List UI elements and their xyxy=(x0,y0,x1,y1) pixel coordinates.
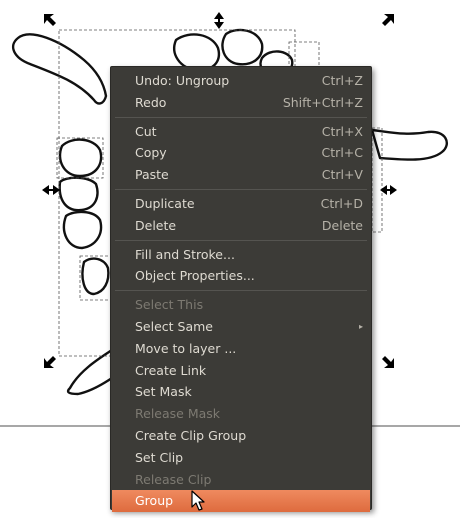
menu-item-cut[interactable]: Cut Ctrl+X xyxy=(111,121,371,143)
menu-item-duplicate[interactable]: Duplicate Ctrl+D xyxy=(111,193,371,215)
menu-item-set-clip[interactable]: Set Clip xyxy=(111,447,371,469)
scale-handle-top-right[interactable] xyxy=(382,14,394,26)
scale-handle-top-center[interactable] xyxy=(214,12,224,29)
menu-item-shortcut: Ctrl+C xyxy=(321,145,363,161)
arrow-cursor-icon xyxy=(191,490,205,511)
menu-item-label: Redo xyxy=(135,94,167,110)
menu-item-group[interactable]: Group xyxy=(112,490,370,513)
menu-item-create-link[interactable]: Create Link xyxy=(111,360,371,382)
menu-item-release-clip: Release Clip xyxy=(111,469,371,491)
menu-item-shortcut: Ctrl+V xyxy=(321,167,363,183)
menu-item-label: Create Link xyxy=(135,362,207,378)
menu-item-label: Copy xyxy=(135,145,167,161)
menu-item-set-mask[interactable]: Set Mask xyxy=(111,381,371,403)
menu-item-shortcut: Ctrl+D xyxy=(320,195,363,211)
menu-item-label: Release Mask xyxy=(135,406,221,422)
menu-item-label: Duplicate xyxy=(135,195,195,211)
menu-item-release-mask: Release Mask xyxy=(111,403,371,425)
menu-item-label: Set Mask xyxy=(135,384,192,400)
menu-separator xyxy=(115,116,367,118)
menu-item-select-this: Select This xyxy=(111,294,371,316)
menu-item-label: Move to layer ... xyxy=(135,340,237,356)
menu-item-label: Paste xyxy=(135,167,169,183)
menu-item-label: Set Clip xyxy=(135,449,184,465)
menu-item-redo[interactable]: Redo Shift+Ctrl+Z xyxy=(111,92,371,114)
menu-separator xyxy=(115,290,367,292)
menu-item-label: Release Clip xyxy=(135,471,212,487)
menu-item-label: Undo: Ungroup xyxy=(135,73,230,88)
scale-handle-top-left[interactable] xyxy=(44,14,56,26)
menu-item-label: Group xyxy=(135,493,174,509)
menu-item-create-clip-group[interactable]: Create Clip Group xyxy=(111,425,371,447)
menu-item-paste[interactable]: Paste Ctrl+V xyxy=(111,164,371,186)
menu-item-delete[interactable]: Delete Delete xyxy=(111,215,371,237)
menu-item-shortcut: Delete xyxy=(321,217,363,233)
menu-separator xyxy=(115,239,367,241)
menu-item-label: Cut xyxy=(135,123,157,139)
context-menu: Undo: Ungroup Ctrl+Z Redo Shift+Ctrl+Z C… xyxy=(110,66,372,513)
scale-handle-bottom-right[interactable] xyxy=(382,356,394,368)
scale-handle-middle-left[interactable] xyxy=(42,185,60,195)
scale-handle-middle-right[interactable] xyxy=(380,185,397,195)
menu-item-label: Fill and Stroke... xyxy=(135,246,235,262)
menu-separator xyxy=(115,188,367,190)
menu-item-label: Select Same xyxy=(135,318,213,334)
menu-item-label: Delete xyxy=(135,217,177,233)
menu-item-label: Object Properties... xyxy=(135,268,255,284)
submenu-arrow-icon: ▸ xyxy=(358,321,363,331)
menu-item-shortcut: Ctrl+X xyxy=(321,123,363,139)
menu-item-label: Create Clip Group xyxy=(135,427,247,443)
menu-item-object-properties[interactable]: Object Properties... xyxy=(111,265,371,287)
menu-item-select-same[interactable]: Select Same ▸ xyxy=(111,316,371,338)
scale-handle-bottom-left[interactable] xyxy=(44,356,56,368)
menu-item-move-to-layer[interactable]: Move to layer ... xyxy=(111,338,371,360)
menu-item-fill-and-stroke[interactable]: Fill and Stroke... xyxy=(111,244,371,266)
menu-item-label: Select This xyxy=(135,297,204,313)
menu-item-undo[interactable]: Undo: Ungroup Ctrl+Z xyxy=(111,70,371,92)
menu-item-shortcut: Ctrl+Z xyxy=(321,73,363,88)
menu-item-copy[interactable]: Copy Ctrl+C xyxy=(111,142,371,164)
menu-item-shortcut: Shift+Ctrl+Z xyxy=(282,94,363,110)
